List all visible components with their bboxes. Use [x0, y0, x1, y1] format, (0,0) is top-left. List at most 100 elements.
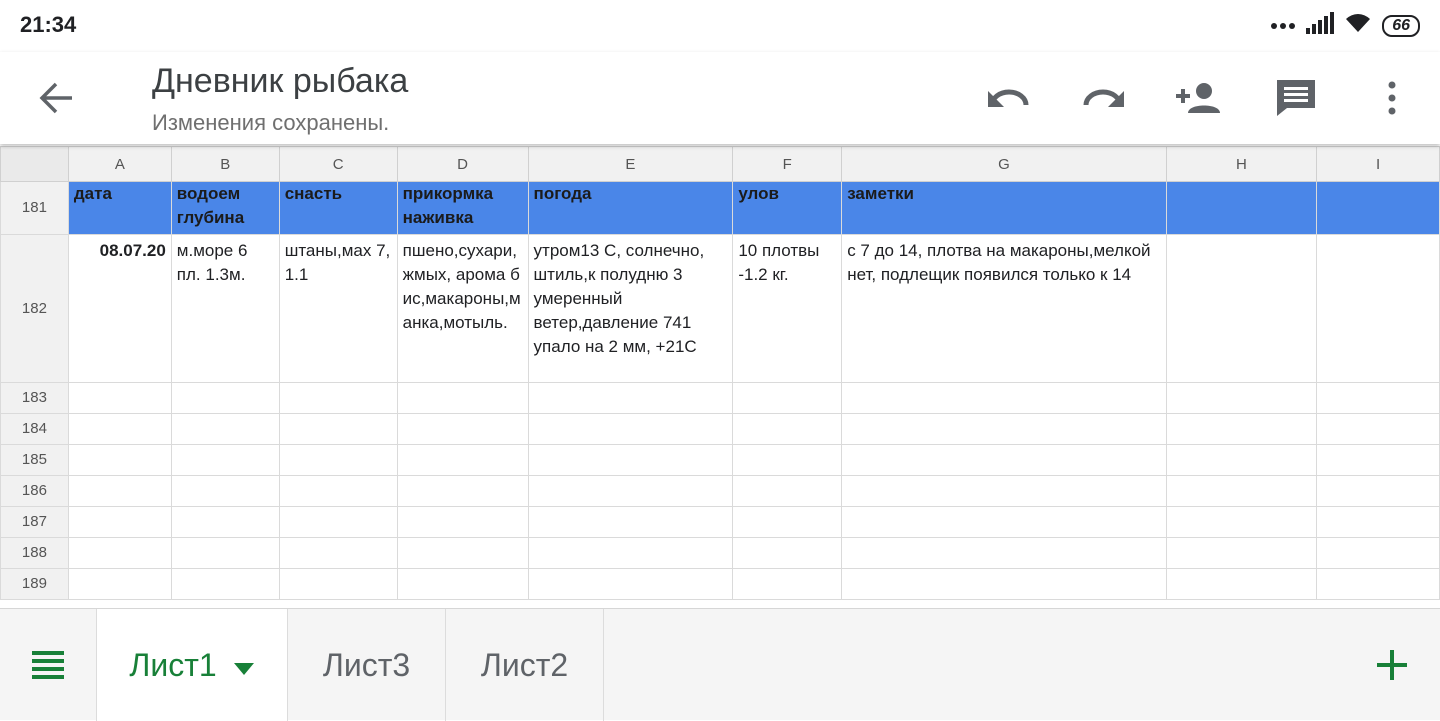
cell[interactable] [1316, 568, 1440, 600]
cell[interactable] [1165, 382, 1318, 414]
cell[interactable] [1165, 537, 1318, 569]
cell[interactable] [396, 506, 529, 538]
cell[interactable] [527, 506, 734, 538]
cell[interactable] [67, 506, 172, 538]
cell[interactable]: 10 плотвы -1.2 кг. [732, 234, 843, 383]
cell[interactable]: м.море 6 пл. 1.3м. [170, 234, 280, 383]
column-header[interactable]: G [841, 146, 1167, 182]
row-header[interactable]: 184 [0, 413, 69, 445]
cell[interactable] [1316, 234, 1440, 383]
cell[interactable] [732, 475, 843, 507]
cell[interactable] [67, 444, 172, 476]
cell[interactable] [278, 506, 398, 538]
column-header[interactable]: D [396, 146, 529, 182]
column-header[interactable]: E [527, 146, 734, 182]
cell[interactable] [1165, 413, 1318, 445]
cell[interactable] [732, 444, 843, 476]
cell[interactable] [67, 568, 172, 600]
cell[interactable] [1316, 444, 1440, 476]
cell[interactable] [1316, 413, 1440, 445]
cell[interactable] [170, 444, 280, 476]
cell[interactable] [170, 382, 280, 414]
cell[interactable] [278, 475, 398, 507]
tab-list1[interactable]: Лист1 [96, 609, 288, 721]
spreadsheet-grid[interactable]: A B C D E F G H I 181 дата водоем глубин… [0, 146, 1440, 608]
undo-button[interactable] [982, 74, 1034, 126]
cell[interactable]: штаны,мах 7, 1.1 [278, 234, 398, 383]
cell[interactable] [396, 413, 529, 445]
cell[interactable] [67, 382, 172, 414]
cell[interactable] [1165, 444, 1318, 476]
tab-list3[interactable]: Лист3 [288, 609, 446, 721]
cell[interactable] [278, 537, 398, 569]
cell[interactable] [170, 506, 280, 538]
column-header[interactable]: C [278, 146, 398, 182]
cell[interactable] [1316, 537, 1440, 569]
cell[interactable] [1165, 234, 1318, 383]
cell[interactable] [396, 475, 529, 507]
cell[interactable] [396, 568, 529, 600]
cell[interactable] [396, 537, 529, 569]
cell[interactable] [841, 444, 1167, 476]
all-sheets-button[interactable] [30, 649, 66, 681]
cell[interactable]: улов [732, 181, 843, 235]
cell[interactable] [841, 413, 1167, 445]
column-header[interactable]: F [732, 146, 843, 182]
cell[interactable] [527, 444, 734, 476]
cell[interactable]: водоем глубина [170, 181, 280, 235]
more-options-button[interactable] [1366, 74, 1418, 126]
row-header[interactable]: 187 [0, 506, 69, 538]
cell[interactable] [1165, 181, 1318, 235]
dropdown-arrow-icon[interactable] [233, 647, 255, 684]
cell[interactable] [67, 413, 172, 445]
cell[interactable]: 08.07.20 [67, 234, 172, 383]
cell[interactable] [396, 444, 529, 476]
cell[interactable]: пшено,сухари,жмых, арома бис,макароны,ма… [396, 234, 529, 383]
cell[interactable] [67, 475, 172, 507]
back-button[interactable] [34, 78, 78, 122]
cell[interactable] [841, 506, 1167, 538]
cell[interactable]: заметки [841, 181, 1167, 235]
cell[interactable]: погода [527, 181, 734, 235]
cell[interactable] [1165, 506, 1318, 538]
cell[interactable] [278, 413, 398, 445]
cell[interactable] [278, 444, 398, 476]
cell[interactable] [841, 382, 1167, 414]
row-header[interactable]: 183 [0, 382, 69, 414]
cell[interactable] [278, 568, 398, 600]
row-header[interactable]: 182 [0, 234, 69, 383]
cell[interactable] [841, 475, 1167, 507]
add-sheet-button[interactable] [1374, 647, 1410, 683]
cell[interactable]: утром13 С, солнечно, штиль,к полудню 3 у… [527, 234, 734, 383]
cell[interactable] [278, 382, 398, 414]
cell[interactable] [732, 506, 843, 538]
cell[interactable] [170, 413, 280, 445]
row-header[interactable]: 181 [0, 181, 69, 235]
cell[interactable]: прикормка наживка [396, 181, 529, 235]
cell[interactable]: с 7 до 14, плотва на макароны,мелкой нет… [841, 234, 1167, 383]
column-header[interactable]: A [67, 146, 172, 182]
cell[interactable] [732, 382, 843, 414]
cell[interactable] [732, 413, 843, 445]
cell[interactable] [1165, 568, 1318, 600]
cell[interactable] [1316, 181, 1440, 235]
cell[interactable] [170, 568, 280, 600]
column-header[interactable]: B [170, 146, 280, 182]
cell[interactable] [1316, 382, 1440, 414]
redo-button[interactable] [1078, 74, 1130, 126]
cell[interactable]: снасть [278, 181, 398, 235]
document-title[interactable]: Дневник рыбака [152, 62, 408, 101]
cell[interactable] [527, 568, 734, 600]
row-header[interactable]: 188 [0, 537, 69, 569]
cell[interactable] [732, 568, 843, 600]
share-button[interactable] [1172, 74, 1224, 126]
row-header[interactable]: 185 [0, 444, 69, 476]
cell[interactable] [841, 537, 1167, 569]
comments-button[interactable] [1270, 74, 1322, 126]
cell[interactable]: дата [67, 181, 172, 235]
cell[interactable] [1316, 475, 1440, 507]
cell[interactable] [732, 537, 843, 569]
cell[interactable] [841, 568, 1167, 600]
tab-list2[interactable]: Лист2 [446, 609, 604, 721]
cell[interactable] [396, 382, 529, 414]
